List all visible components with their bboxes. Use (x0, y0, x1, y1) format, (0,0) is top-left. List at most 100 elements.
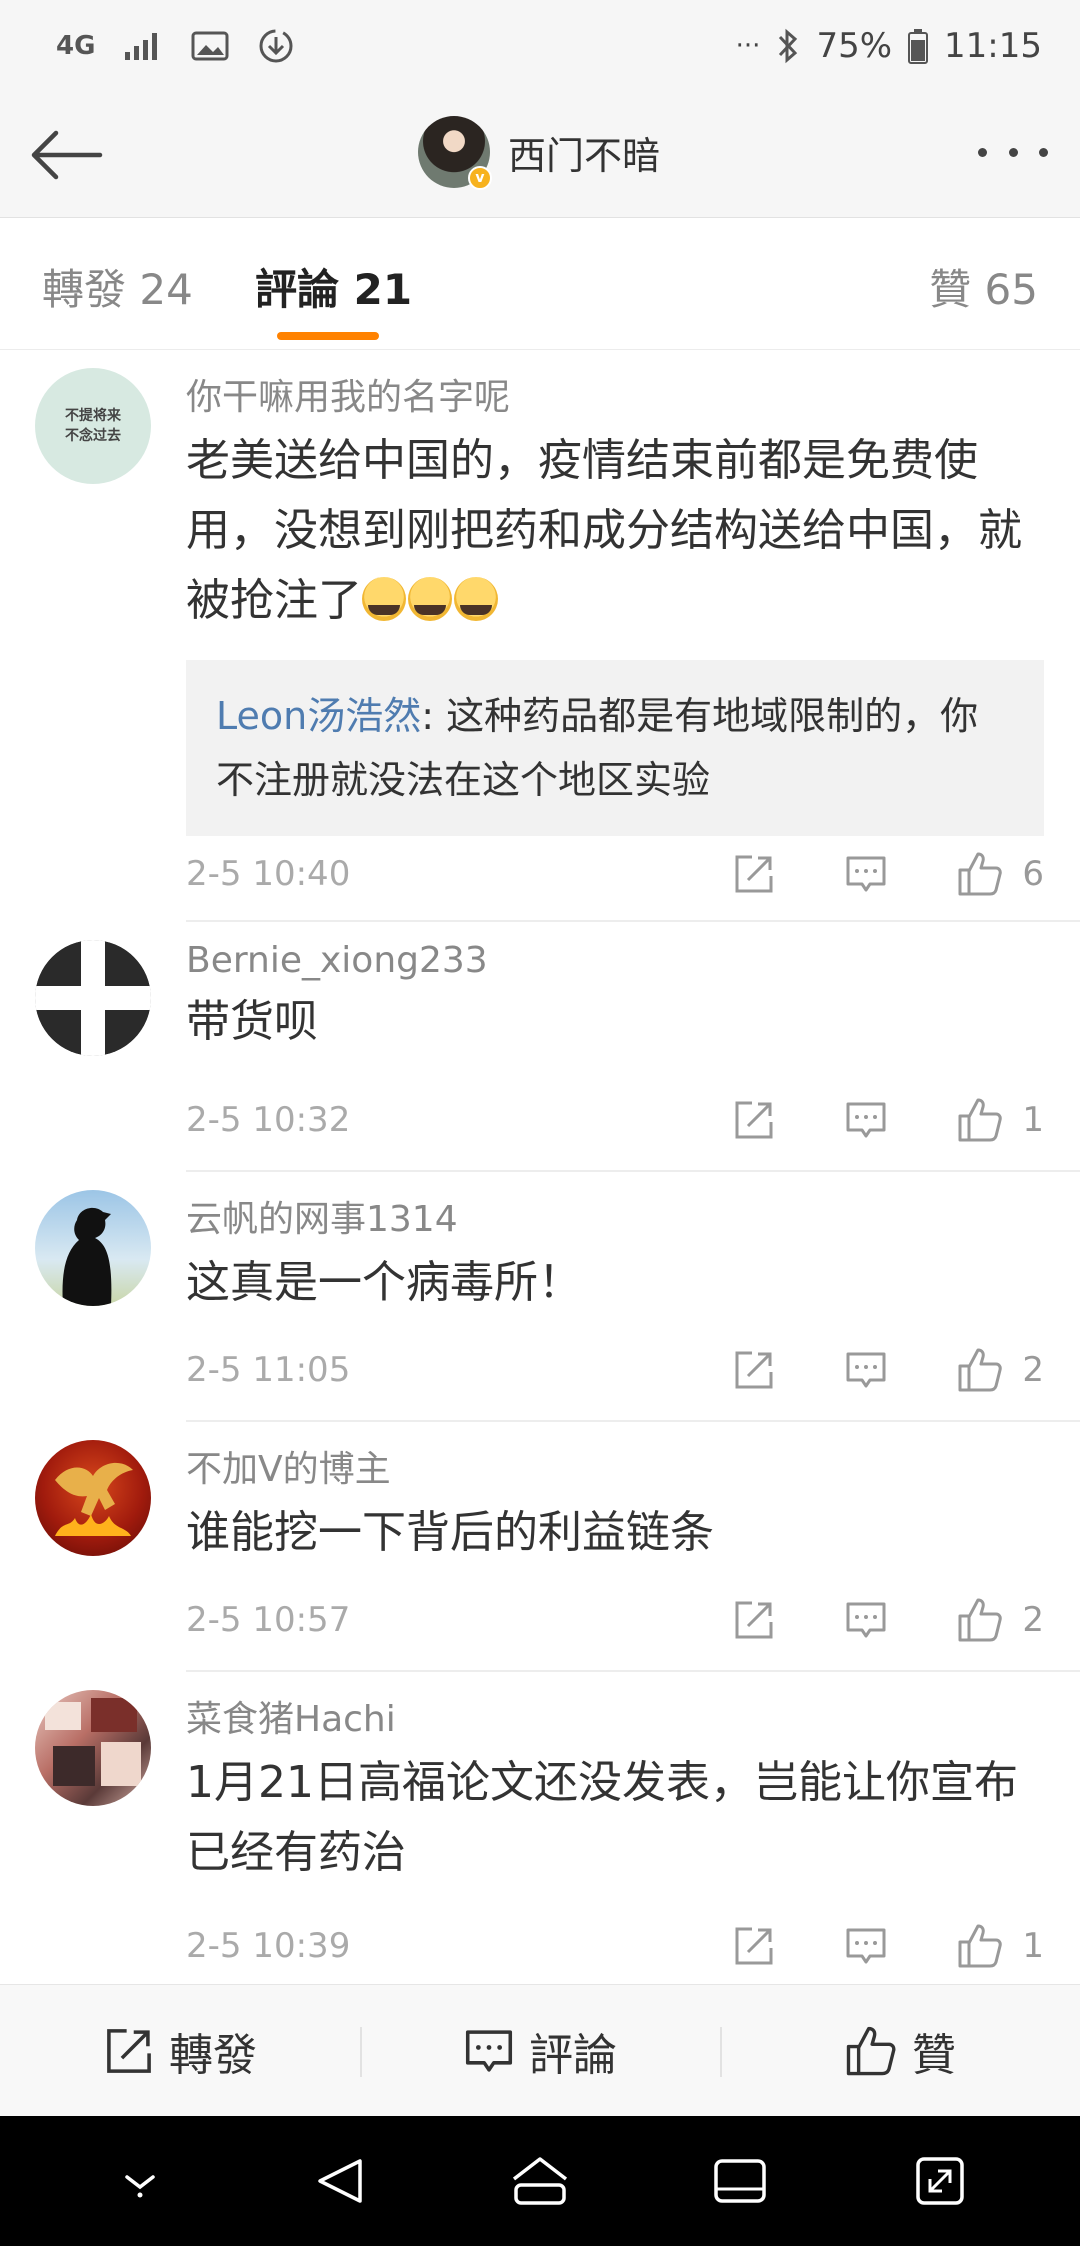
comment-button[interactable]: 評論 (360, 1985, 720, 2116)
comment-item[interactable]: 菜食猪Hachi 1月21日高福论文还没发表，岂能让你宣布已经有药治 2-5 1… (0, 1672, 1080, 1992)
share-icon (735, 1927, 773, 1965)
comment-item[interactable]: Bernie_xiong233 带货呗 2-5 10:32 1 (0, 922, 1080, 1172)
comment-author[interactable]: 不加V的博主 (186, 1440, 1044, 1492)
comment-list: 不提将来 不念过去 你干嘛用我的名字呢 老美送给中国的，疫情结束前都是免费使用，… (0, 350, 1080, 1992)
comment-item[interactable]: 不提将来 不念过去 你干嘛用我的名字呢 老美送给中国的，疫情结束前都是免费使用，… (0, 350, 1080, 922)
share-icon (735, 1101, 773, 1139)
tab-bar: 轉發 24 評論 21 贊 65 (0, 218, 1080, 350)
back-triangle-icon (318, 2159, 362, 2203)
reply-preview[interactable]: Leon汤浩然: 这种药品都是有地域限制的，你不注册就没法在这个地区实验 (186, 660, 1044, 836)
comment-body: 你干嘛用我的名字呢 老美送给中国的，疫情结束前都是免费使用，没想到刚把药和成分结… (186, 368, 1044, 836)
like-button[interactable]: 2 (956, 1596, 1044, 1644)
reply-button[interactable] (844, 1598, 888, 1642)
share-button[interactable] (732, 1924, 776, 1968)
chevron-down-icon (125, 2175, 155, 2198)
reply-button[interactable] (844, 1348, 888, 1392)
like-count: 1 (1022, 1100, 1044, 1140)
dot-icon (1039, 147, 1048, 157)
comment-item[interactable]: 云帆的网事1314 这真是一个病毒所！ 2-5 11:05 2 (0, 1172, 1080, 1422)
system-nav-bar (0, 2116, 1080, 2246)
comment-icon (846, 1102, 886, 1138)
comment-time: 2-5 10:32 (186, 1100, 351, 1140)
tab-reposts[interactable]: 轉發 24 (42, 256, 193, 317)
comment-body: Bernie_xiong233 带货呗 (186, 940, 1044, 1057)
reply-button[interactable] (844, 852, 888, 896)
like-post-button[interactable]: 贊 (720, 1985, 1080, 2116)
nav-home-button[interactable] (495, 2136, 585, 2226)
active-tab-indicator (277, 332, 379, 340)
comment-label: 評論 (529, 2029, 617, 2081)
thumbs-up-icon (958, 1598, 1003, 1642)
comment-text: 这真是一个病毒所！ (186, 1257, 582, 1308)
nav-fullscreen-button[interactable] (895, 2136, 985, 2226)
bottom-action-bar: 轉發 評論 贊 (0, 1984, 1080, 2116)
comment-author[interactable]: 菜食猪Hachi (186, 1690, 1044, 1742)
comment-footer: 2-5 11:05 2 (186, 1344, 1044, 1396)
reply-author[interactable]: Leon汤浩然 (216, 694, 421, 738)
nav-recents-button[interactable] (695, 2136, 785, 2226)
like-button[interactable]: 2 (956, 1346, 1044, 1394)
tab-comments[interactable]: 評論 21 (255, 256, 412, 317)
repost-label: 轉發 (169, 2029, 257, 2081)
comment-author[interactable]: 你干嘛用我的名字呢 (186, 368, 1044, 420)
like-button[interactable]: 1 (956, 1096, 1044, 1144)
image-icon (191, 30, 229, 62)
nav-hide-button[interactable] (95, 2136, 185, 2226)
collage-avatar-icon (45, 1698, 141, 1786)
comment-time: 2-5 10:40 (186, 854, 351, 894)
share-icon (735, 1351, 773, 1389)
repost-button[interactable]: 轉發 (0, 1985, 360, 2116)
nav-back-button[interactable] (295, 2136, 385, 2226)
comment-time: 2-5 11:05 (186, 1350, 351, 1390)
avatar[interactable] (35, 1190, 151, 1306)
comment-author[interactable]: Bernie_xiong233 (186, 940, 1044, 981)
like-count: 6 (1022, 854, 1044, 894)
comment-time: 2-5 10:39 (186, 1926, 351, 1966)
author-avatar[interactable]: v (418, 116, 492, 190)
share-icon (107, 2028, 151, 2073)
share-button[interactable] (732, 852, 776, 896)
expand-icon (916, 2157, 964, 2205)
share-button[interactable] (732, 1348, 776, 1392)
comment-text-content: 老美送给中国的，疫情结束前都是免费使用，没想到刚把药和成分结构送给中国，就被抢注… (186, 435, 1022, 626)
avatar[interactable] (35, 940, 151, 1056)
comment-text: 谁能挖一下背后的利益链条 (186, 1507, 714, 1558)
share-button[interactable] (732, 1098, 776, 1142)
pegasus-avatar-icon (55, 1462, 133, 1536)
avatar-caption: 不提将来 不念过去 (65, 408, 121, 444)
thumbs-up-icon (958, 1924, 1003, 1968)
thumbs-up-icon (958, 852, 1003, 896)
reply-button[interactable] (844, 1924, 888, 1968)
signal-icon (123, 30, 163, 62)
reply-button[interactable] (844, 1098, 888, 1142)
back-arrow-icon (31, 130, 103, 180)
avatar[interactable]: 不提将来 不念过去 (35, 368, 151, 484)
recents-icon (714, 2159, 766, 2203)
like-button[interactable]: 1 (956, 1922, 1044, 1970)
comment-text: 1月21日高福论文还没发表，岂能让你宣布已经有药治 (186, 1757, 1018, 1878)
status-left: 4G (56, 27, 295, 65)
comment-footer: 2-5 10:39 1 (186, 1920, 1044, 1972)
like-count: 1 (1022, 1926, 1044, 1966)
header: v 西门不暗 (0, 92, 1080, 218)
comment-body: 云帆的网事1314 这真是一个病毒所！ (186, 1190, 1044, 1318)
comment-body: 菜食猪Hachi 1月21日高福论文还没发表，岂能让你宣布已经有药治 (186, 1690, 1044, 1888)
more-options-button[interactable] (978, 137, 1048, 167)
comment-icon (846, 1352, 886, 1388)
comment-item[interactable]: 不加V的博主 谁能挖一下背后的利益链条 2-5 10:57 2 (0, 1422, 1080, 1672)
avatar[interactable] (35, 1690, 151, 1806)
comment-footer: 2-5 10:32 1 (186, 1094, 1044, 1146)
home-icon (512, 2157, 568, 2205)
thumbs-up-icon (958, 1348, 1003, 1392)
comment-author[interactable]: 云帆的网事1314 (186, 1190, 1044, 1242)
like-button[interactable]: 6 (956, 850, 1044, 898)
avatar[interactable] (35, 1440, 151, 1556)
tab-likes[interactable]: 贊 65 (929, 256, 1038, 317)
page-title: 西门不暗 (508, 133, 661, 178)
download-icon (257, 27, 295, 65)
laughing-tears-emoji-icon (408, 577, 452, 621)
post-author[interactable]: v 西门不暗 (418, 116, 661, 190)
laughing-tears-emoji-icon (454, 577, 498, 621)
back-button[interactable] (28, 120, 108, 190)
share-button[interactable] (732, 1598, 776, 1642)
